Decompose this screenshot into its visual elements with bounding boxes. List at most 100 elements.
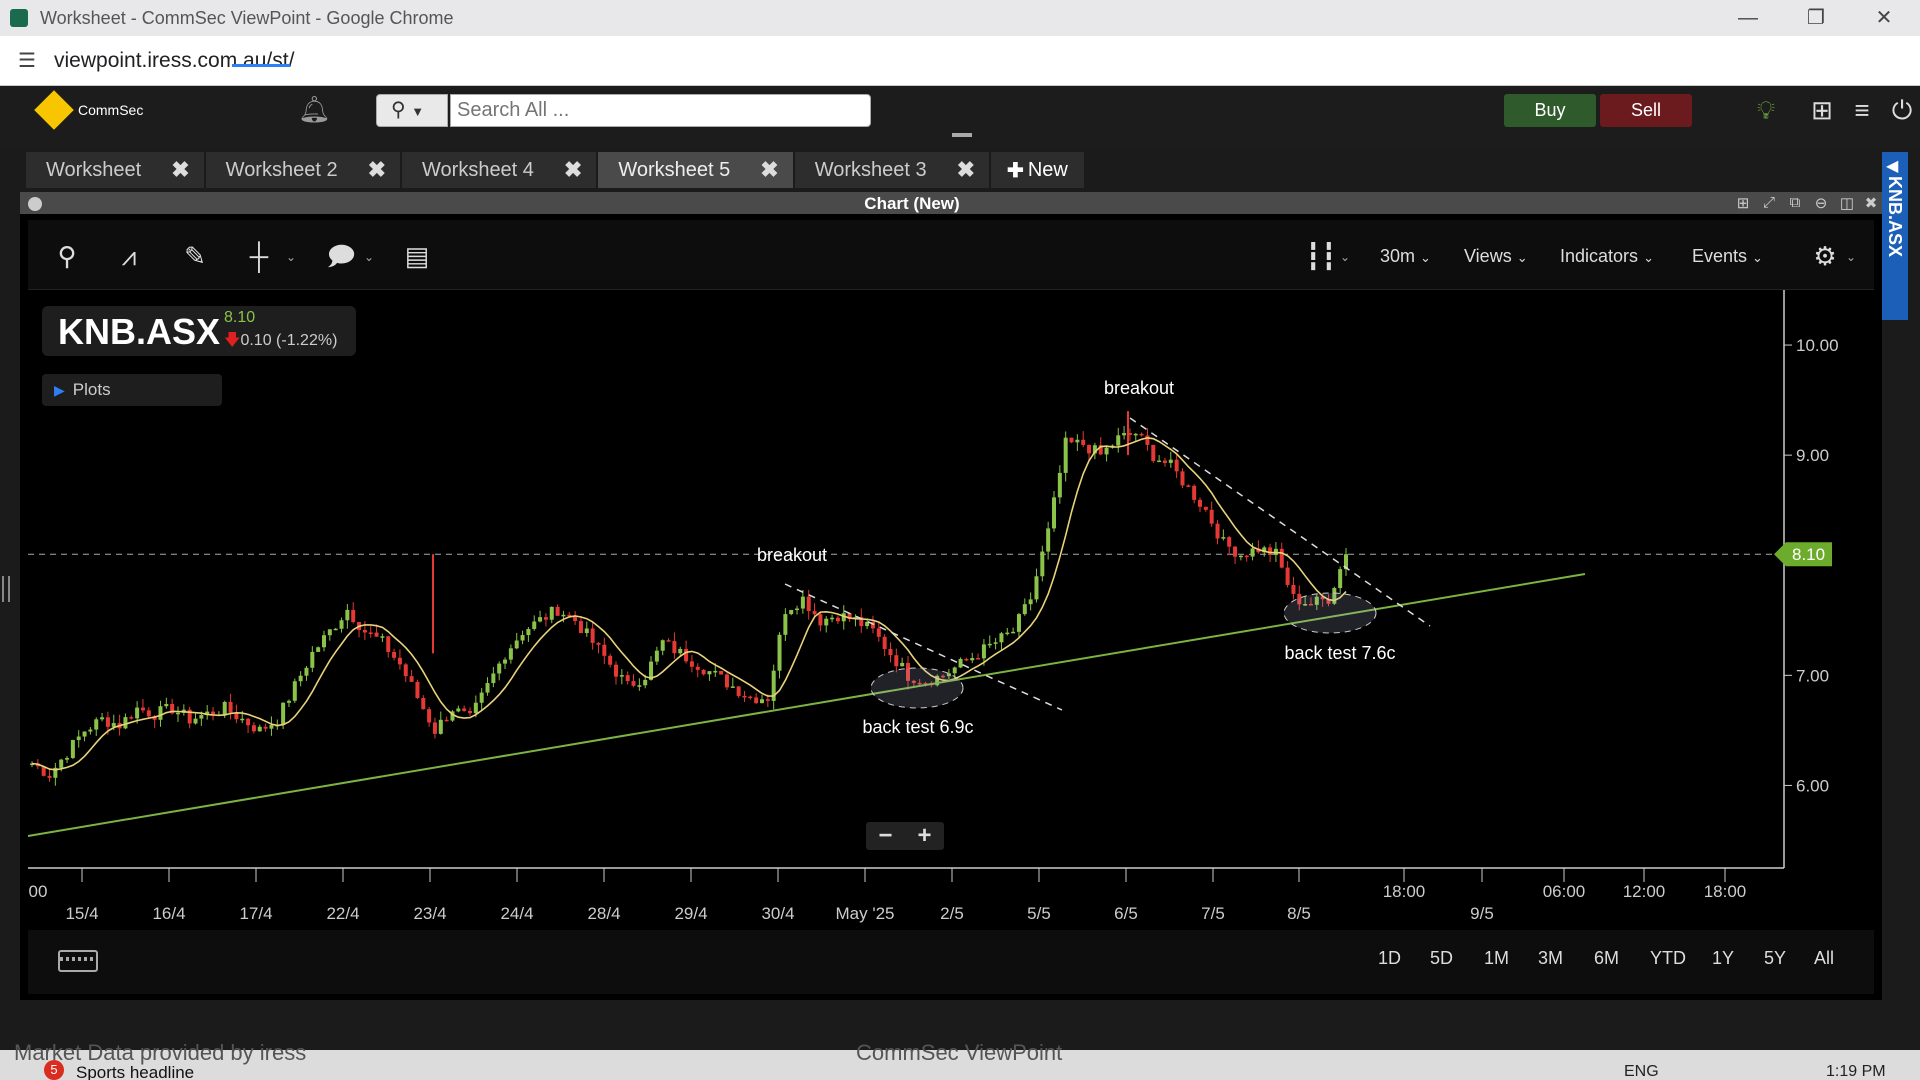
candle-body (286, 700, 291, 703)
x-date-label: 2/5 (940, 904, 964, 923)
price-chart[interactable]: 10.00 9.00 7.00 6.00 15/4 16/4 17/4 22/4 23/4 24/… (0, 0, 1920, 1080)
candle-body (298, 675, 303, 682)
candle-body (689, 661, 694, 667)
left-resize-handle[interactable] (2, 576, 10, 602)
y-tick-label: 7.00 (1796, 666, 1829, 685)
candle-body (339, 620, 344, 629)
candle-body (555, 606, 560, 616)
candle-body (1250, 548, 1255, 557)
candle-body (987, 643, 992, 646)
range-5y[interactable]: 5Y (1764, 948, 1786, 969)
candle-body (742, 695, 747, 698)
candle-body (158, 706, 163, 720)
candle-body (900, 662, 905, 667)
range-1d[interactable]: 1D (1378, 948, 1401, 969)
candle-body (316, 647, 321, 652)
candle-body (146, 710, 151, 717)
candle-body (503, 659, 508, 664)
candle-body (695, 666, 700, 670)
candle-body (777, 634, 782, 671)
candle-body (322, 635, 326, 648)
x-date-label: 28/4 (587, 904, 620, 923)
candle-body (176, 712, 180, 715)
range-all[interactable]: All (1814, 948, 1834, 969)
candle-body (473, 702, 478, 714)
x-time-label: 00 (29, 882, 48, 901)
candle-body (193, 718, 198, 724)
range-1m[interactable]: 1M (1484, 948, 1509, 969)
candle-body (730, 686, 735, 688)
candle-body (1016, 614, 1021, 632)
y-tick-label: 10.00 (1796, 336, 1839, 355)
zoom-out-icon[interactable]: − (866, 822, 905, 850)
plots-toggle[interactable]: ▶ Plots (42, 374, 222, 406)
candle-body (812, 611, 817, 615)
x-date-label: 17/4 (239, 904, 272, 923)
candle-body (724, 674, 729, 688)
y-tick-label: 9.00 (1796, 446, 1829, 465)
candle-body (1162, 460, 1167, 463)
back-test-ellipse-1 (870, 667, 964, 709)
candle-body (65, 757, 70, 760)
x-date-label: 7/5 (1201, 904, 1225, 923)
candle-body (444, 719, 449, 722)
x-date-label: 9/5 (1470, 904, 1494, 923)
x-date-label: 8/5 (1287, 904, 1311, 923)
candle-body (543, 617, 548, 620)
candle-body (619, 675, 624, 677)
candle-body (479, 692, 484, 703)
candle-body (876, 628, 881, 637)
candle-body (1145, 435, 1150, 445)
news-headline[interactable]: Sports headline (76, 1063, 194, 1080)
candle-body (438, 719, 443, 734)
range-5d[interactable]: 5D (1430, 948, 1453, 969)
app-name-footer: CommSec ViewPoint (856, 1040, 1063, 1065)
candle-body (111, 723, 116, 727)
candle-body (532, 621, 537, 630)
candle-body (514, 640, 519, 649)
zoom-in-icon[interactable]: + (905, 822, 944, 850)
candle-body (59, 759, 64, 768)
candle-body (1081, 439, 1086, 445)
candle-body (1075, 439, 1080, 443)
system-clock[interactable]: 1:19 PM (1826, 1063, 1886, 1080)
candle-body (999, 633, 1004, 643)
resistance-line-2 (1129, 417, 1431, 627)
range-1y[interactable]: 1Y (1712, 948, 1734, 969)
chart-annotation: breakout (757, 545, 827, 565)
back-test-ellipse-2 (1283, 592, 1377, 634)
last-price-tag-label: 8.10 (1792, 545, 1825, 564)
candle-body (760, 699, 764, 704)
candle-body (818, 614, 823, 626)
candle-body (672, 641, 677, 654)
candle-body (584, 628, 589, 634)
chart-lines (27, 417, 1586, 837)
range-3m[interactable]: 3M (1538, 948, 1563, 969)
candle-body (100, 717, 105, 720)
candle-body (625, 675, 630, 682)
candle-body (660, 640, 665, 651)
candle-body (1291, 584, 1296, 594)
candle-body (1011, 631, 1016, 634)
candle-body (140, 707, 145, 711)
candle-body (269, 725, 274, 729)
keyboard-icon[interactable] (58, 950, 98, 972)
x-time-label: 12:00 (1623, 882, 1666, 901)
range-6m[interactable]: 6M (1594, 948, 1619, 969)
candle-body (701, 669, 706, 675)
range-ytd[interactable]: YTD (1650, 948, 1686, 969)
candle-body (246, 718, 251, 726)
x-date-label: 29/4 (674, 904, 707, 923)
candle-body (1063, 437, 1068, 473)
candle-body (654, 650, 659, 662)
language-indicator[interactable]: ENG (1624, 1063, 1659, 1080)
news-count-badge[interactable]: 5 (44, 1060, 64, 1080)
candle-body (952, 667, 957, 674)
price-change-text: 0.10 (-1.22%) (240, 332, 338, 349)
candle-body (993, 642, 998, 644)
candle-body (368, 632, 373, 634)
candle-body (981, 644, 986, 659)
x-date-label: 23/4 (413, 904, 446, 923)
candle-body (1244, 555, 1249, 558)
symbol-info: KNB.ASX 8.10 🡇0.10 (-1.22%) (42, 306, 356, 356)
